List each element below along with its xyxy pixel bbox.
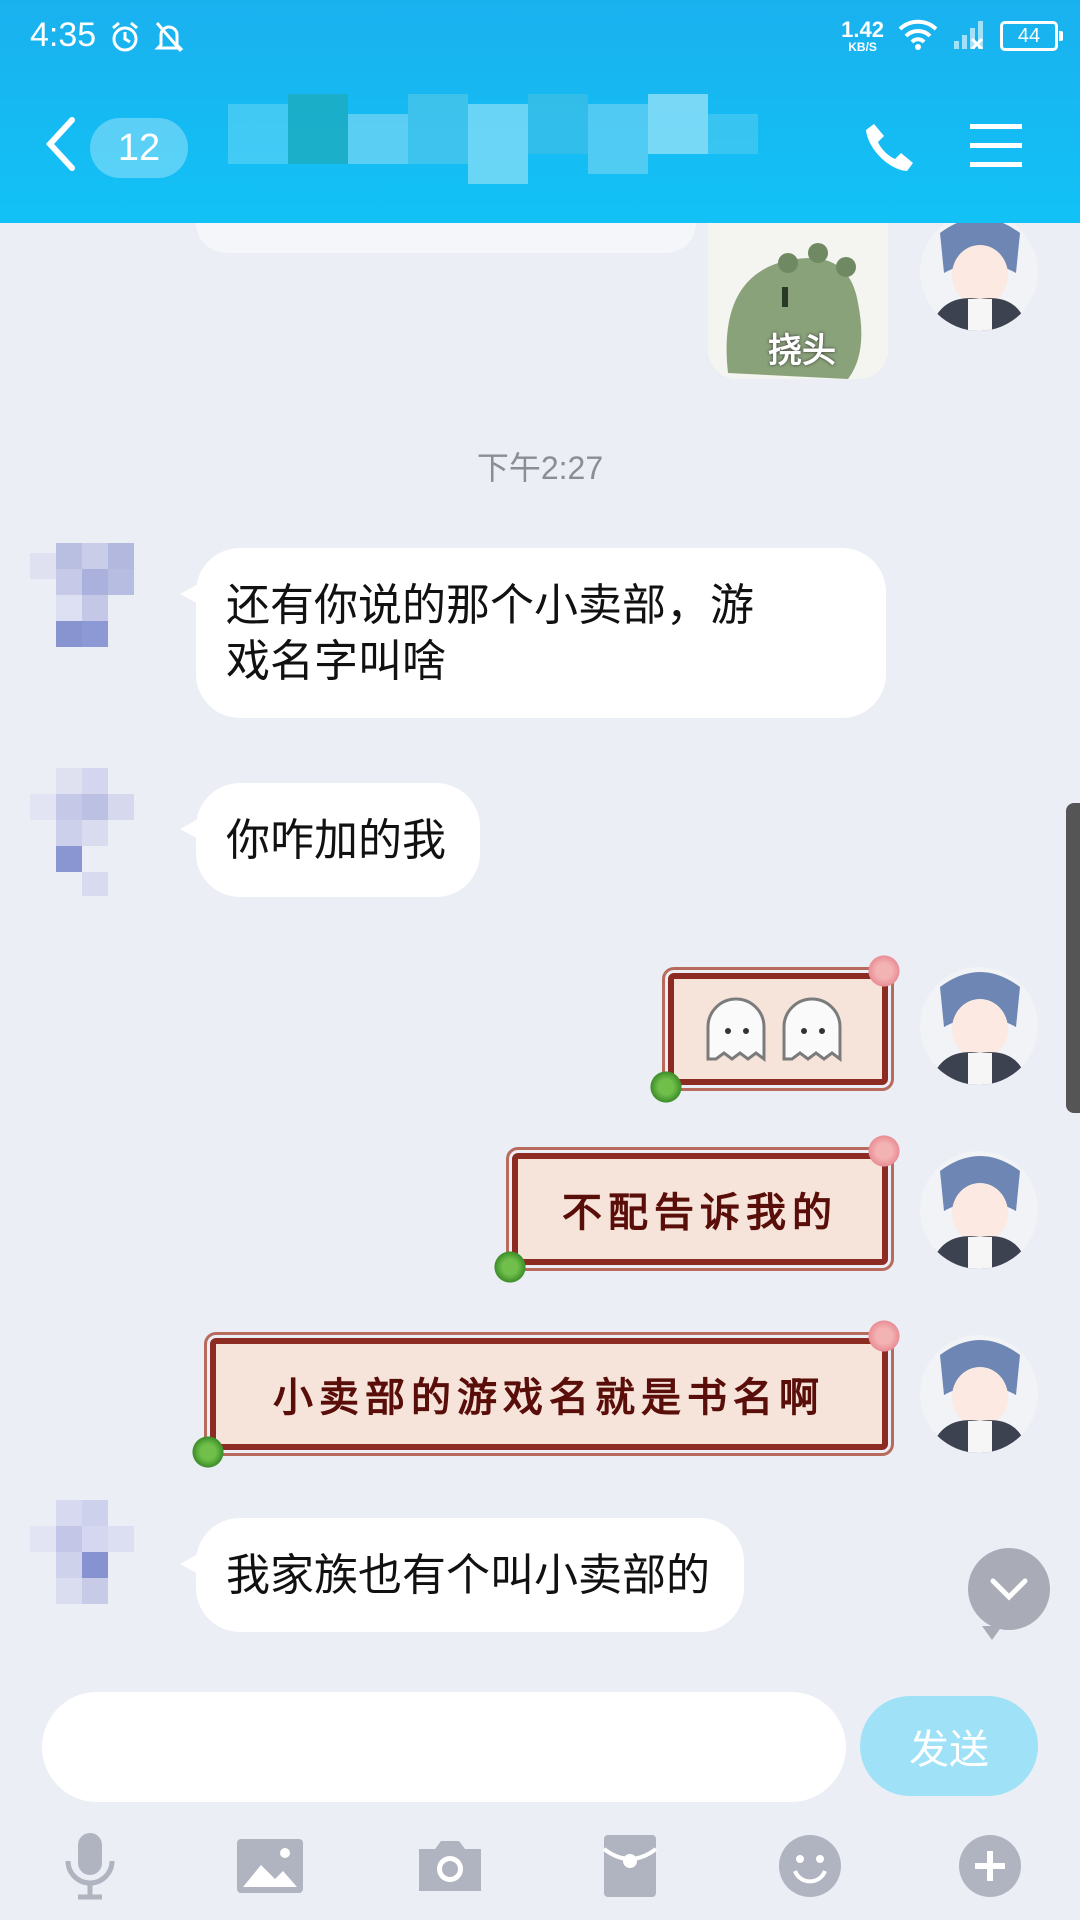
dinosaur-sticker[interactable]: 挠头 bbox=[708, 223, 888, 379]
chat-title-redacted bbox=[228, 94, 768, 194]
camera-button[interactable] bbox=[410, 1826, 490, 1906]
chevron-down-icon bbox=[990, 1578, 1028, 1601]
camera-icon bbox=[419, 1841, 481, 1891]
message-bubble-received[interactable]: 你咋加的我 bbox=[180, 783, 480, 897]
anime-avatar-icon bbox=[920, 223, 1038, 331]
chevron-left-icon bbox=[45, 117, 75, 171]
send-button[interactable]: 发送 bbox=[860, 1696, 1038, 1796]
message-bubble-received[interactable]: 我家族也有个叫小卖部的 bbox=[180, 1518, 744, 1632]
sticker-caption: 挠头 bbox=[768, 331, 836, 371]
chat-header: 4:35 1.42 KB/S 44 12 bbox=[0, 0, 1080, 223]
message-bubble-received[interactable]: 还有你说的那个小卖部，游 戏名字叫啥 bbox=[180, 548, 886, 718]
microphone-icon bbox=[65, 1833, 115, 1900]
my-avatar[interactable] bbox=[920, 967, 1038, 1085]
emoji-button[interactable] bbox=[770, 1826, 850, 1906]
blurred-avatar-icon bbox=[30, 543, 134, 647]
voice-input-button[interactable] bbox=[50, 1826, 130, 1906]
back-button[interactable] bbox=[42, 114, 82, 174]
menu-button[interactable] bbox=[968, 122, 1024, 170]
anime-avatar-icon bbox=[920, 967, 1038, 1085]
scrollbar[interactable] bbox=[1066, 803, 1080, 1113]
message-bubble-sent[interactable]: 不配告诉我的 bbox=[492, 1133, 902, 1285]
anime-avatar-icon bbox=[920, 1335, 1038, 1453]
contact-avatar[interactable] bbox=[30, 1500, 160, 1630]
input-toolbar bbox=[0, 1818, 1080, 1920]
message-bubble-sent[interactable]: 小卖部的游戏名就是书名啊 bbox=[190, 1318, 902, 1470]
hamburger-menu-icon bbox=[970, 124, 1022, 167]
ghost-emoji-message[interactable] bbox=[648, 953, 902, 1105]
ghost-icon bbox=[706, 997, 842, 1062]
album-button[interactable] bbox=[230, 1826, 310, 1906]
battery-indicator: 44 bbox=[1000, 21, 1063, 51]
mute-bell-icon bbox=[154, 20, 184, 58]
my-avatar[interactable] bbox=[920, 1151, 1038, 1269]
message-input[interactable] bbox=[42, 1692, 846, 1802]
red-packet-button[interactable] bbox=[590, 1826, 670, 1906]
blurred-avatar-icon bbox=[30, 768, 134, 896]
nav-bar: 12 bbox=[0, 90, 1080, 200]
timestamp-separator: 下午2:27 bbox=[476, 450, 604, 486]
phone-icon bbox=[866, 124, 913, 171]
network-speed: 1.42 KB/S bbox=[841, 17, 884, 54]
scroll-to-bottom-button[interactable] bbox=[968, 1548, 1050, 1640]
voice-call-button[interactable] bbox=[860, 118, 920, 178]
unread-count-badge[interactable]: 12 bbox=[90, 118, 188, 178]
anime-avatar-icon bbox=[920, 1151, 1038, 1269]
more-button[interactable] bbox=[950, 1826, 1030, 1906]
image-icon bbox=[237, 1839, 303, 1893]
alarm-icon bbox=[108, 20, 142, 58]
plus-icon bbox=[959, 1835, 1021, 1897]
status-time: 4:35 bbox=[30, 16, 97, 54]
blurred-avatar-icon bbox=[30, 1500, 134, 1604]
contact-avatar[interactable] bbox=[30, 543, 160, 673]
my-avatar[interactable] bbox=[920, 223, 1038, 331]
my-avatar[interactable] bbox=[920, 1335, 1038, 1453]
wifi-icon bbox=[898, 18, 938, 54]
input-bar: 发送 bbox=[0, 1678, 1080, 1818]
signal-icon bbox=[952, 19, 986, 53]
red-packet-icon bbox=[602, 1835, 658, 1897]
emoji-icon bbox=[779, 1835, 841, 1897]
status-bar: 4:35 1.42 KB/S 44 bbox=[0, 0, 1080, 78]
previous-message-fragment bbox=[196, 223, 696, 253]
message-list[interactable]: 挠头 下午2:27 还有你说的那个小卖部，游 戏名字叫啥 你咋加的我 不配告诉我… bbox=[0, 223, 1080, 1678]
contact-avatar[interactable] bbox=[30, 768, 160, 898]
